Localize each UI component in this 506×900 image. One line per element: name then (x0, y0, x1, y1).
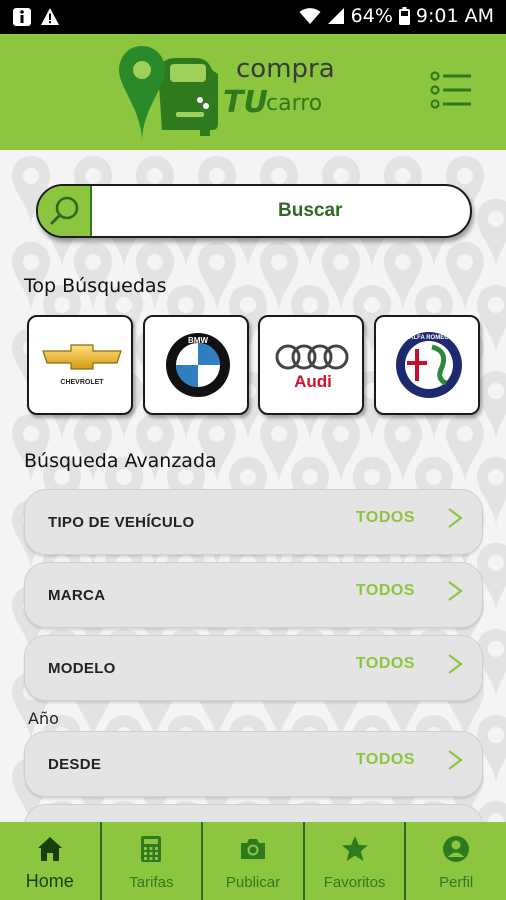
brand-tile-alfa-romeo[interactable]: ALFA ROMEO (374, 315, 480, 415)
brand-tile-audi[interactable]: Audi (258, 315, 364, 415)
wifi-icon (299, 8, 321, 24)
menu-button[interactable] (430, 70, 472, 110)
advanced-search-title: Búsqueda Avanzada (24, 450, 217, 472)
calculator-icon (141, 836, 162, 862)
star-icon (341, 836, 368, 861)
nav-tarifas[interactable]: Tarifas (99, 822, 202, 900)
bmw-logo-icon: BMW (166, 333, 230, 397)
app-logo: compra TU carro (118, 44, 368, 140)
top-searches-title: Top Búsquedas (24, 275, 167, 297)
search-icon (50, 196, 79, 225)
warning-icon (41, 8, 59, 25)
year-label: Año (28, 709, 59, 728)
filter-value: TODOS (355, 655, 415, 672)
search-label: Buscar (278, 200, 343, 221)
filter-year-from[interactable]: DESDE TODOS (24, 731, 483, 797)
chevron-right-icon (448, 654, 463, 674)
filter-vehicle-type[interactable]: TIPO DE VEHÍCULO TODOS (24, 489, 483, 555)
filter-value: TODOS (355, 509, 415, 526)
nav-perfil[interactable]: Perfil (404, 822, 506, 900)
clock: 9:01 AM (415, 5, 494, 27)
nav-publicar[interactable]: Publicar (201, 822, 303, 900)
chevron-right-icon (448, 750, 463, 770)
location-pin-car-icon (119, 46, 218, 140)
filter-value: TODOS (355, 751, 415, 768)
filter-label: TIPO DE VEHÍCULO (48, 514, 195, 531)
logo-text-compra: compra (236, 54, 335, 84)
nav-label: Favoritos (323, 874, 386, 891)
brand-tile-chevrolet[interactable]: CHEVROLET (27, 315, 133, 415)
status-bar: 64% 9:01 AM (0, 0, 506, 34)
app-header: compra TU carro (0, 34, 506, 150)
background-pattern (0, 150, 506, 822)
battery-percent: 64% (350, 5, 393, 27)
chevron-right-icon (448, 508, 463, 528)
nav-label: Publicar (225, 874, 281, 891)
nav-favoritos[interactable]: Favoritos (302, 822, 405, 900)
search-button[interactable] (38, 186, 92, 236)
info-icon (13, 8, 31, 26)
filter-label: DESDE (48, 756, 102, 773)
chevrolet-logo-icon: CHEVROLET (42, 344, 122, 386)
logo-text-carro: carro (266, 91, 323, 116)
nav-label: Perfil (439, 874, 474, 891)
chevron-right-icon (448, 581, 463, 601)
home-icon (37, 837, 62, 861)
camera-icon (240, 839, 265, 859)
brand-tile-bmw[interactable]: BMW (143, 315, 249, 415)
logo-text-tu: TU (223, 85, 268, 120)
signal-icon (327, 8, 344, 24)
list-menu-icon (430, 71, 471, 109)
bottom-navigation: Home Tarifas Publicar Favoritos Perfil (0, 822, 506, 900)
filter-brand[interactable]: MARCA TODOS (24, 562, 483, 628)
audi-logo-icon: Audi (275, 344, 349, 391)
alfa-romeo-logo-text: ALFA ROMEO (409, 335, 449, 341)
search-bar[interactable]: Buscar (36, 184, 472, 238)
person-icon (443, 836, 470, 862)
nav-label: Home (25, 871, 74, 891)
filter-model[interactable]: MODELO TODOS (24, 635, 483, 701)
filter-label: MODELO (48, 660, 116, 677)
chevrolet-logo-text: CHEVROLET (60, 379, 104, 386)
nav-home[interactable]: Home (0, 822, 100, 900)
bmw-logo-text: BMW (188, 336, 208, 345)
alfa-romeo-logo-icon: ALFA ROMEO (396, 332, 462, 398)
battery-icon (398, 7, 410, 25)
filter-label: MARCA (48, 587, 106, 604)
filter-value: TODOS (355, 582, 415, 599)
audi-logo-text: Audi (294, 372, 332, 391)
nav-label: Tarifas (129, 874, 174, 891)
